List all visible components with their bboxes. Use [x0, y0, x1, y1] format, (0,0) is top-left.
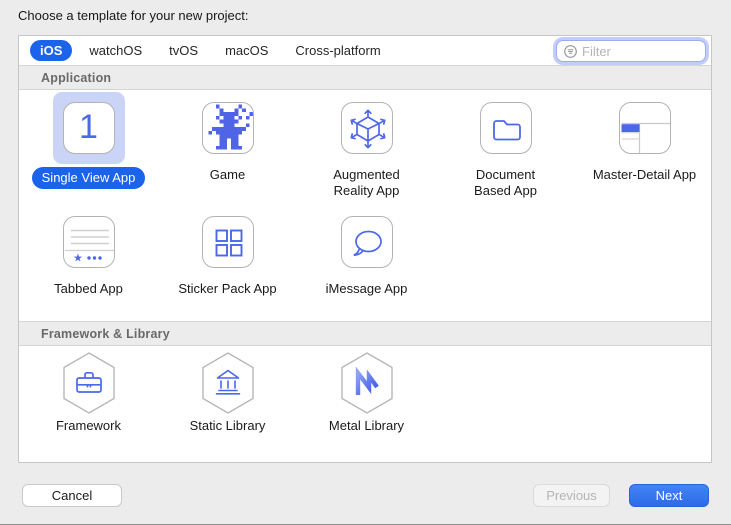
svg-text:★: ★: [73, 252, 83, 265]
selection-highlight: 1: [53, 92, 125, 164]
template-augmented-reality-app[interactable]: Augmented Reality App: [297, 92, 436, 200]
tabbed-app-icon: ★: [63, 216, 115, 268]
template-label: Metal Library: [329, 418, 404, 434]
ar-cube-icon: [341, 102, 393, 154]
template-label: Framework: [56, 418, 121, 434]
framework-toolbox-icon: [60, 351, 118, 415]
section-header-application: Application: [19, 65, 711, 90]
template-document-based-app[interactable]: Document Based App: [436, 92, 575, 200]
template-static-library[interactable]: Static Library: [158, 351, 297, 435]
platform-tabbar: iOS watchOS tvOS macOS Cross-platform: [19, 36, 711, 65]
template-label: iMessage App: [326, 281, 408, 297]
metal-logo-icon: [338, 351, 396, 415]
template-label: Sticker Pack App: [178, 281, 276, 297]
static-library-bank-icon: [199, 351, 257, 415]
filter-field[interactable]: [556, 40, 706, 62]
tab-tvos[interactable]: tvOS: [159, 40, 208, 61]
master-detail-icon: [619, 102, 671, 154]
template-label: Static Library: [190, 418, 266, 434]
cancel-button[interactable]: Cancel: [22, 484, 122, 507]
template-label: Single View App: [32, 167, 146, 189]
template-imessage-app[interactable]: iMessage App: [297, 206, 436, 298]
tab-macos[interactable]: macOS: [215, 40, 278, 61]
template-chooser-panel: iOS watchOS tvOS macOS Cross-platform Ap…: [18, 35, 712, 463]
template-tabbed-app[interactable]: ★ Tabbed App: [19, 206, 158, 298]
tab-ios[interactable]: iOS: [30, 40, 72, 61]
filter-input[interactable]: [582, 44, 699, 59]
tab-watchos[interactable]: watchOS: [79, 40, 152, 61]
single-view-app-icon: 1: [63, 102, 115, 154]
template-metal-library[interactable]: Metal Library: [297, 351, 436, 435]
message-bubble-icon: [341, 216, 393, 268]
sticker-grid-icon: [202, 216, 254, 268]
tab-cross-platform[interactable]: Cross-platform: [285, 40, 390, 61]
dialog-title: Choose a template for your new project:: [18, 8, 249, 23]
template-label: Augmented Reality App: [333, 167, 400, 199]
template-label: Tabbed App: [54, 281, 123, 297]
numeral-one: 1: [79, 110, 98, 146]
new-project-template-dialog: { "colors": { "accent": "#1b63eb", "icon…: [0, 0, 731, 525]
section-header-framework-library: Framework & Library: [19, 321, 711, 346]
next-button[interactable]: Next: [629, 484, 709, 507]
template-label: Game: [210, 167, 245, 183]
template-label: Document Based App: [474, 167, 537, 199]
template-game[interactable]: Game: [158, 92, 297, 184]
template-framework[interactable]: Framework: [19, 351, 158, 435]
template-label: Master-Detail App: [593, 167, 696, 183]
filter-icon: [563, 44, 578, 59]
template-master-detail-app[interactable]: Master-Detail App: [575, 92, 714, 184]
previous-button[interactable]: Previous: [533, 484, 610, 507]
folder-icon: [480, 102, 532, 154]
template-single-view-app[interactable]: 1 Single View App: [19, 92, 158, 189]
template-sticker-pack-app[interactable]: Sticker Pack App: [158, 206, 297, 298]
game-robot-icon: [202, 102, 254, 154]
